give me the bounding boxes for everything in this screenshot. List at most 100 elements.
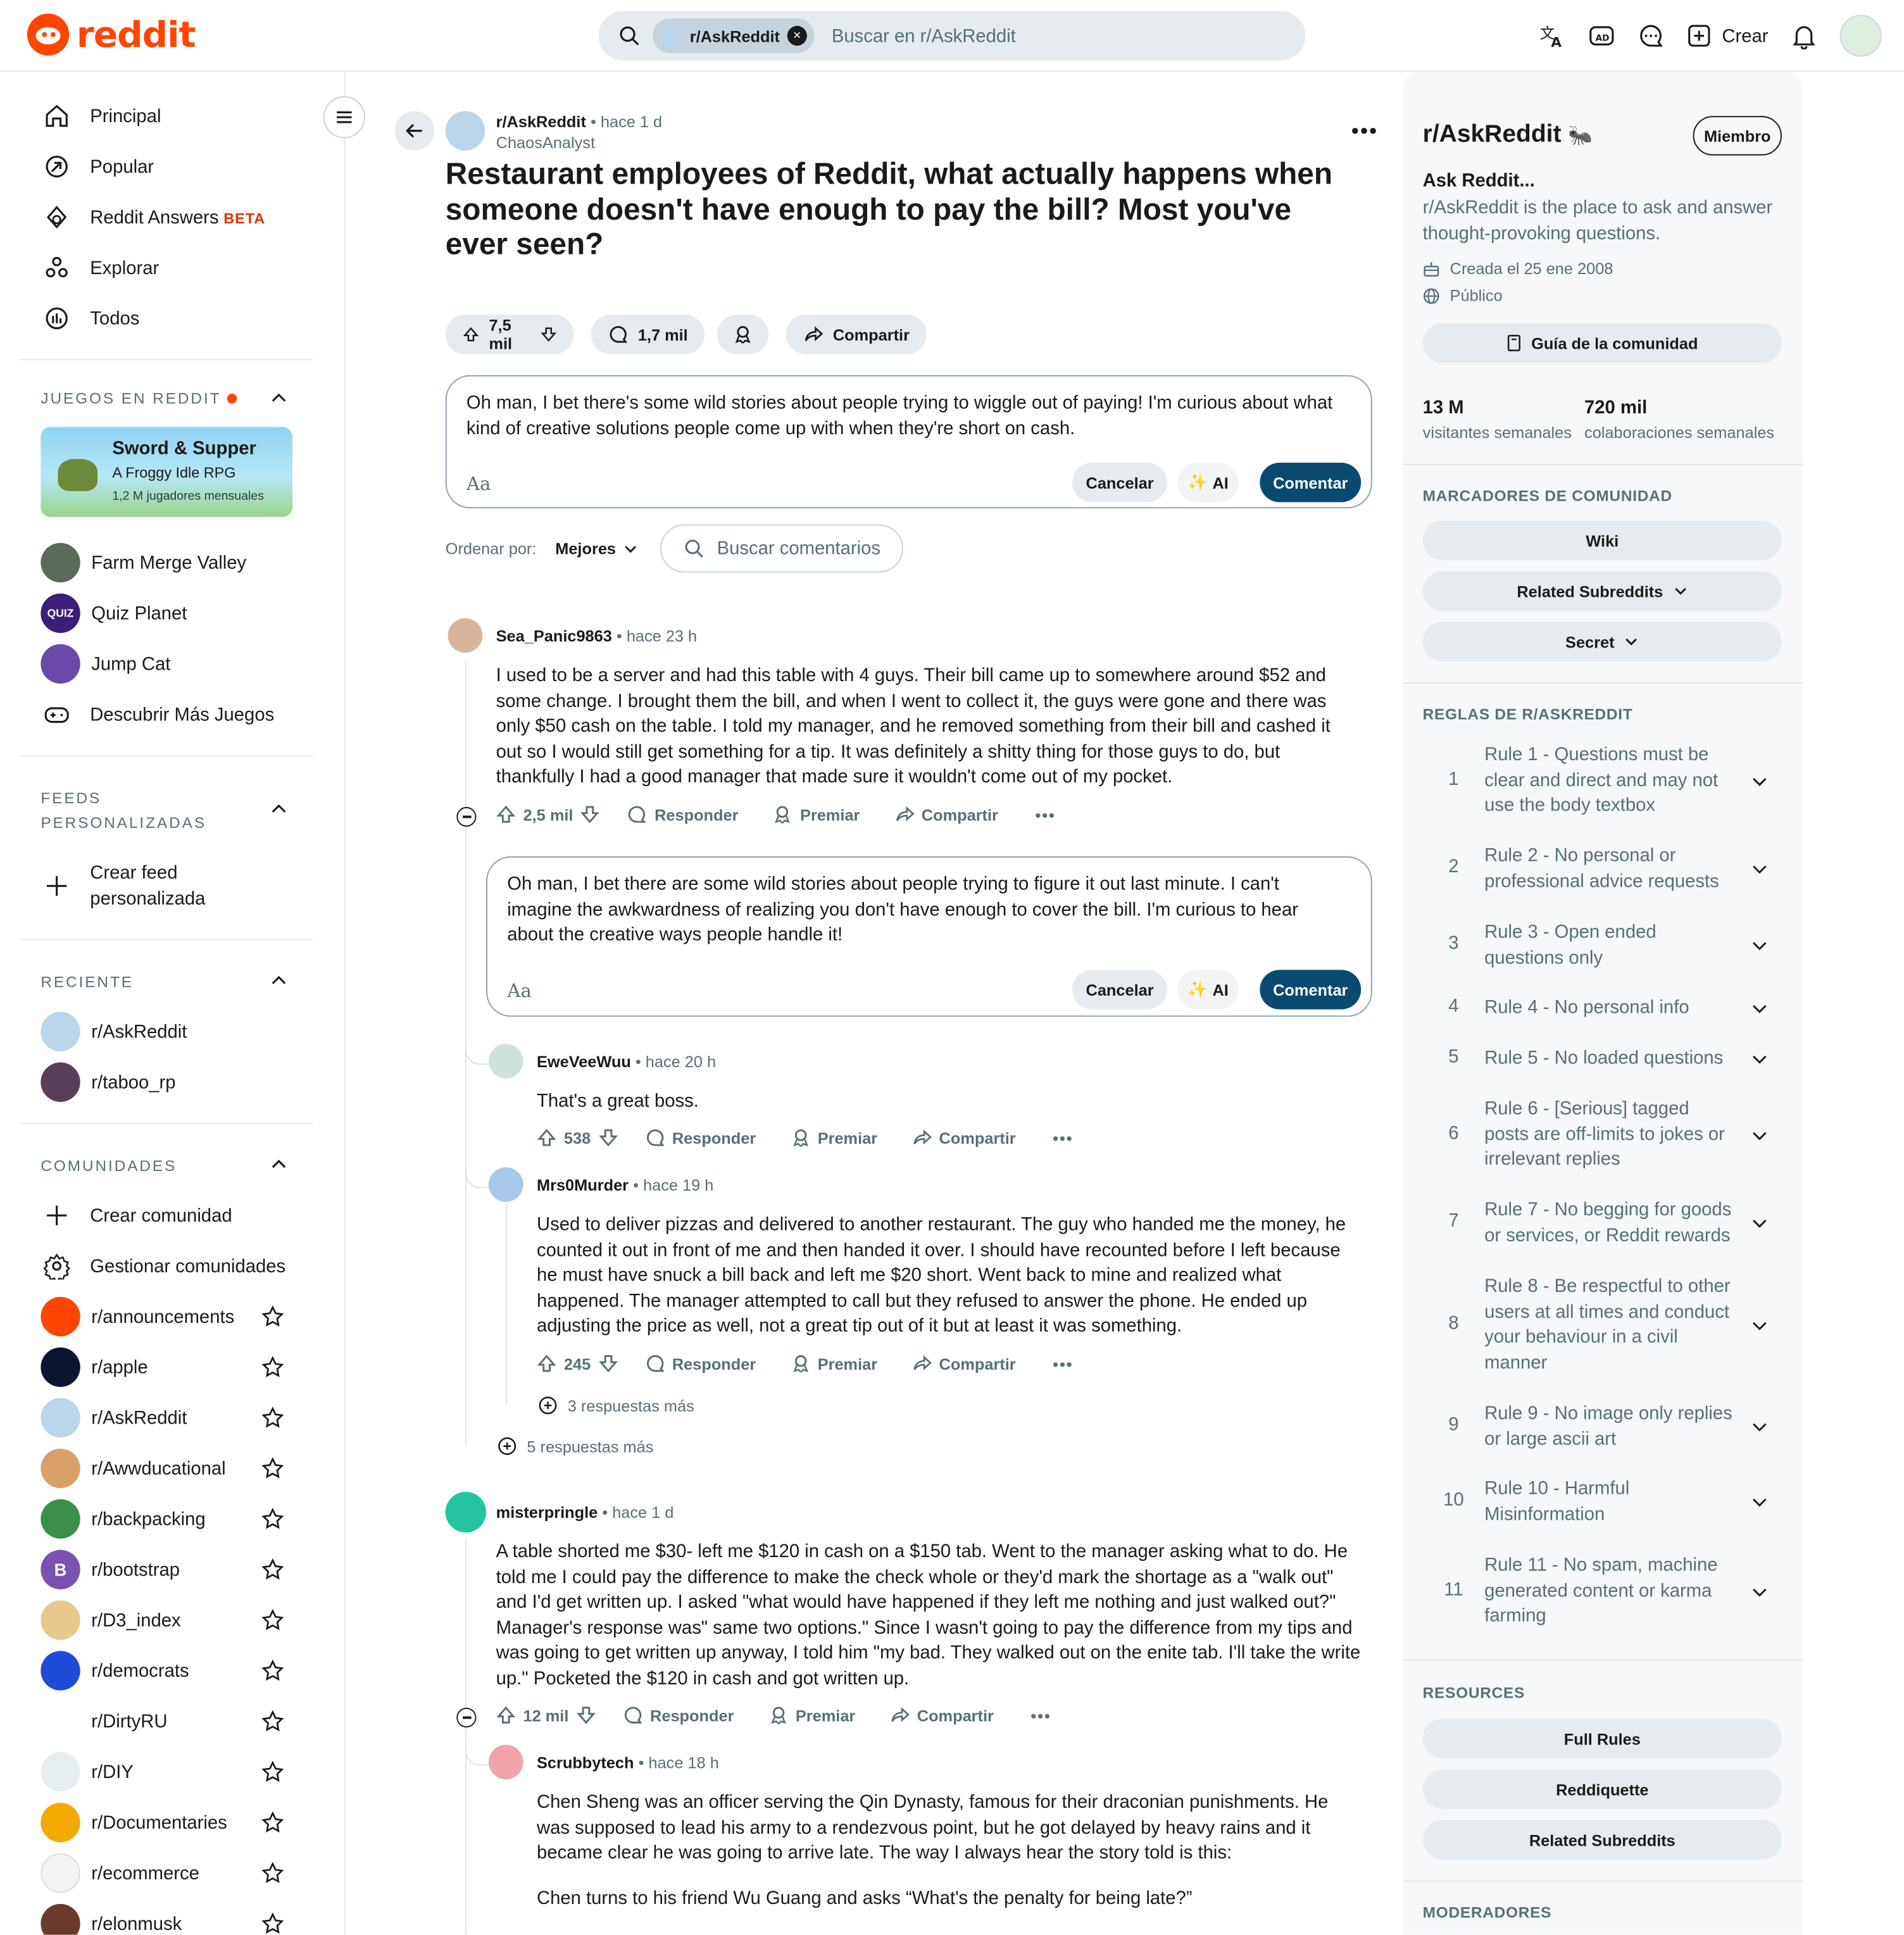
- comment-draft-text[interactable]: Oh man, I bet there's some wild stories …: [467, 391, 1346, 442]
- share-button[interactable]: Compartir: [894, 805, 998, 824]
- nav-all[interactable]: Todos: [41, 303, 139, 335]
- star-icon[interactable]: [261, 1912, 284, 1935]
- upvote-icon[interactable]: [463, 325, 479, 344]
- search-scope-chip[interactable]: r/AskReddit ×: [653, 18, 815, 53]
- award-button[interactable]: Premiar: [791, 1128, 877, 1148]
- comment-username[interactable]: misterpringle: [496, 1503, 598, 1521]
- collapse-thread-icon[interactable]: [456, 806, 477, 827]
- close-icon[interactable]: ×: [787, 25, 807, 46]
- star-icon[interactable]: [261, 1457, 284, 1479]
- upvote-icon[interactable]: [496, 1705, 516, 1725]
- cancel-button[interactable]: Cancelar: [1072, 970, 1168, 1010]
- star-icon[interactable]: [261, 1305, 284, 1327]
- reddit-logo[interactable]: reddit: [27, 13, 196, 56]
- star-icon[interactable]: [261, 1760, 284, 1783]
- community-name[interactable]: r/AskReddit 🐜: [1423, 121, 1593, 149]
- commenter-avatar[interactable]: [445, 1491, 487, 1533]
- chat-icon[interactable]: [1638, 22, 1665, 49]
- share-button[interactable]: Compartir: [890, 1705, 994, 1725]
- share-button[interactable]: Compartir: [912, 1353, 1016, 1373]
- more-options-icon[interactable]: •••: [1053, 1129, 1073, 1147]
- more-options-icon[interactable]: •••: [1053, 1354, 1073, 1372]
- chevron-up-icon[interactable]: [269, 971, 289, 991]
- games-section-title[interactable]: JUEGOS EN REDDIT: [41, 386, 237, 411]
- chevron-up-icon[interactable]: [269, 1155, 289, 1175]
- more-replies-button[interactable]: 3 respuestas más: [538, 1396, 694, 1415]
- game-quiz-planet[interactable]: QUIZ Quiz Planet: [41, 593, 187, 634]
- community-item[interactable]: r/elonmusk: [41, 1903, 182, 1935]
- chevron-up-icon[interactable]: [269, 799, 289, 819]
- translate-icon[interactable]: 文A: [1539, 22, 1567, 49]
- nav-popular[interactable]: Popular: [41, 151, 154, 183]
- game-farm-merge-valley[interactable]: Farm Merge Valley: [41, 542, 246, 583]
- subreddit-avatar[interactable]: [445, 111, 485, 151]
- award-button[interactable]: Premiar: [768, 1705, 855, 1725]
- downvote-icon[interactable]: [576, 1705, 596, 1725]
- star-icon[interactable]: [261, 1356, 284, 1378]
- communities-section-title[interactable]: COMUNIDADES: [41, 1154, 177, 1179]
- community-item[interactable]: r/AskReddit: [41, 1398, 187, 1438]
- star-icon[interactable]: [261, 1862, 284, 1884]
- recent-item[interactable]: r/AskReddit: [41, 1011, 187, 1051]
- award-button[interactable]: Premiar: [773, 805, 860, 824]
- user-avatar[interactable]: [1839, 15, 1882, 57]
- more-options-icon[interactable]: •••: [1035, 805, 1055, 823]
- reply-button[interactable]: Responder: [645, 1128, 756, 1148]
- ai-button[interactable]: ✨ AI: [1177, 970, 1239, 1010]
- reply-button[interactable]: Responder: [645, 1353, 756, 1373]
- comment-editor[interactable]: Oh man, I bet there's some wild stories …: [445, 375, 1372, 509]
- star-icon[interactable]: [261, 1406, 284, 1429]
- star-icon[interactable]: [261, 1508, 284, 1530]
- create-button[interactable]: Crear: [1688, 23, 1768, 48]
- formatting-icon[interactable]: Aa: [507, 980, 532, 1002]
- create-custom-feed[interactable]: Crear feed personalizada: [41, 860, 205, 912]
- more-options-icon[interactable]: •••: [1030, 1706, 1051, 1724]
- advertise-icon[interactable]: AD: [1589, 22, 1616, 49]
- more-replies-button[interactable]: 5 respuestas más: [498, 1436, 653, 1456]
- reply-draft-text[interactable]: Oh man, I bet there are some wild storie…: [507, 872, 1346, 948]
- nav-reddit-answers[interactable]: Reddit Answers BETA: [41, 201, 265, 234]
- sort-dropdown[interactable]: Mejores: [555, 539, 638, 558]
- more-options-icon[interactable]: •••: [1351, 118, 1379, 144]
- downvote-icon[interactable]: [598, 1353, 618, 1373]
- post-comments-button[interactable]: 1,7 mil: [591, 315, 706, 354]
- share-button[interactable]: Compartir: [912, 1128, 1016, 1148]
- post-subreddit[interactable]: r/AskReddit: [496, 112, 586, 130]
- feeds-section-title[interactable]: FEEDS PERSONALIZADAS: [41, 786, 206, 836]
- reply-button[interactable]: Responder: [623, 1705, 734, 1725]
- featured-game-card[interactable]: Sword & Supper A Froggy Idle RPG 1,2 M j…: [41, 427, 293, 517]
- community-guide-button[interactable]: Guía de la comunidad: [1422, 323, 1782, 363]
- member-button[interactable]: Miembro: [1693, 116, 1782, 156]
- downvote-icon[interactable]: [580, 805, 600, 824]
- comment-username[interactable]: Scrubbytech: [537, 1753, 634, 1772]
- community-item[interactable]: r/DirtyRU: [41, 1701, 167, 1741]
- post-share-button[interactable]: Compartir: [786, 315, 927, 354]
- community-item[interactable]: r/backpacking: [41, 1499, 206, 1539]
- discover-more-games[interactable]: Descubrir Más Juegos: [41, 698, 274, 730]
- community-item[interactable]: r/announcements: [41, 1296, 234, 1337]
- create-community[interactable]: Crear comunidad: [41, 1199, 232, 1232]
- comment-username[interactable]: Sea_Panic9863: [496, 627, 612, 645]
- recent-section-title[interactable]: RECIENTE: [41, 970, 134, 994]
- thread-line[interactable]: [506, 1204, 508, 1405]
- star-icon[interactable]: [261, 1659, 284, 1682]
- downvote-icon[interactable]: [540, 325, 556, 344]
- upvote-icon[interactable]: [537, 1353, 556, 1373]
- comment-submit-button[interactable]: Comentar: [1260, 970, 1362, 1010]
- back-button[interactable]: [394, 111, 435, 151]
- comment-search-input[interactable]: Buscar comentarios: [660, 524, 903, 573]
- community-item[interactable]: r/democrats: [41, 1651, 189, 1691]
- cancel-button[interactable]: Cancelar: [1072, 463, 1168, 503]
- resource-full-rules[interactable]: Full Rules: [1422, 1719, 1782, 1758]
- chevron-up-icon[interactable]: [269, 389, 289, 408]
- award-button[interactable]: Premiar: [791, 1353, 877, 1373]
- comment-username[interactable]: Mrs0Murder: [537, 1176, 629, 1194]
- nav-home[interactable]: Principal: [41, 100, 161, 132]
- community-item[interactable]: r/Documentaries: [41, 1803, 227, 1843]
- resource-reddiquette[interactable]: Reddiquette: [1422, 1769, 1782, 1809]
- community-item[interactable]: Br/bootstrap: [41, 1550, 180, 1589]
- commenter-avatar[interactable]: [488, 1167, 523, 1202]
- star-icon[interactable]: [261, 1811, 284, 1834]
- community-item[interactable]: r/D3_index: [41, 1600, 181, 1640]
- reply-editor[interactable]: Oh man, I bet there are some wild storie…: [486, 856, 1372, 1017]
